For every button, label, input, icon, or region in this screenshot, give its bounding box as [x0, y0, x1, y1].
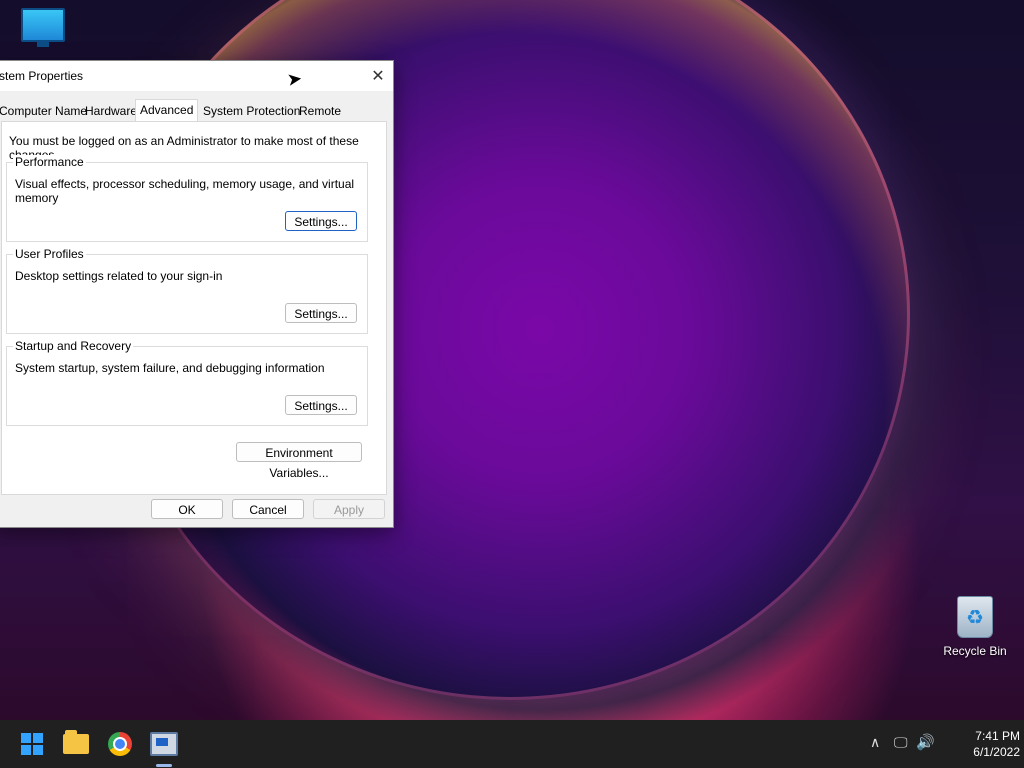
file-explorer-button[interactable] — [60, 728, 92, 760]
ok-button[interactable]: OK — [151, 499, 223, 519]
tab-system-protection[interactable]: System Protection — [199, 101, 304, 121]
startup-recovery-desc: System startup, system failure, and debu… — [15, 361, 325, 375]
user-profiles-desc: Desktop settings related to your sign-in — [15, 269, 223, 283]
system-properties-window: ystem Properties ➤ ✕ Computer Name Hardw… — [0, 60, 394, 528]
clock[interactable]: 7:41 PM 6/1/2022 — [950, 728, 1020, 760]
user-profiles-settings-button[interactable]: Settings... — [285, 303, 357, 323]
advanced-tab-panel: You must be logged on as an Administrato… — [1, 121, 387, 495]
performance-title: Performance — [13, 155, 86, 169]
title-bar[interactable]: ystem Properties ➤ ✕ — [0, 61, 393, 91]
taskbar: ∧ 🖵 🔊 7:41 PM 6/1/2022 — [0, 720, 1024, 768]
system-properties-taskbar-button[interactable] — [148, 728, 180, 760]
apply-button[interactable]: Apply — [313, 499, 385, 519]
windows-logo-icon — [21, 733, 43, 755]
close-button[interactable]: ✕ — [363, 61, 393, 91]
tab-computer-name[interactable]: Computer Name — [0, 101, 91, 121]
chrome-button[interactable] — [104, 728, 136, 760]
mouse-cursor-icon: ➤ — [285, 68, 304, 90]
tab-remote[interactable]: Remote — [295, 101, 345, 121]
tab-strip: Computer Name Hardware Advanced System P… — [0, 99, 393, 122]
system-properties-icon — [150, 732, 178, 756]
volume-icon[interactable]: 🔊 — [916, 733, 935, 751]
recycle-bin-label: Recycle Bin — [943, 644, 1007, 658]
cancel-button[interactable]: Cancel — [232, 499, 304, 519]
startup-recovery-title: Startup and Recovery — [13, 339, 134, 353]
clock-time: 7:41 PM — [975, 729, 1020, 743]
user-profiles-group: User Profiles Desktop settings related t… — [6, 247, 368, 334]
performance-settings-button[interactable]: Settings... — [285, 211, 357, 231]
monitor-icon — [21, 8, 65, 47]
tab-advanced[interactable]: Advanced — [135, 99, 199, 122]
performance-group: Performance Visual effects, processor sc… — [6, 155, 368, 242]
chevron-up-icon[interactable]: ∧ — [870, 734, 880, 751]
chrome-icon — [108, 732, 132, 756]
folder-icon — [63, 730, 89, 754]
tab-hardware[interactable]: Hardware — [81, 101, 141, 121]
active-app-indicator — [156, 764, 172, 767]
close-icon: ✕ — [371, 68, 385, 85]
network-icon[interactable]: 🖵 — [894, 734, 908, 751]
dialog-footer: OK Cancel Apply — [0, 497, 393, 527]
this-pc-desktop-icon[interactable] — [8, 8, 78, 47]
performance-desc: Visual effects, processor scheduling, me… — [15, 177, 355, 205]
window-title: ystem Properties — [0, 69, 84, 83]
startup-recovery-group: Startup and Recovery System startup, sys… — [6, 339, 368, 426]
environment-variables-button[interactable]: Environment Variables... — [236, 442, 362, 480]
startup-recovery-settings-button[interactable]: Settings... — [285, 395, 357, 415]
system-tray: ∧ 🖵 🔊 7:41 PM 6/1/2022 — [824, 720, 1024, 768]
start-button[interactable] — [16, 728, 48, 760]
clock-date: 6/1/2022 — [973, 745, 1020, 759]
user-profiles-title: User Profiles — [13, 247, 86, 261]
recycle-bin-icon: ♻ — [957, 596, 993, 638]
recycle-bin-desktop-icon[interactable]: ♻ Recycle Bin — [940, 596, 1010, 658]
